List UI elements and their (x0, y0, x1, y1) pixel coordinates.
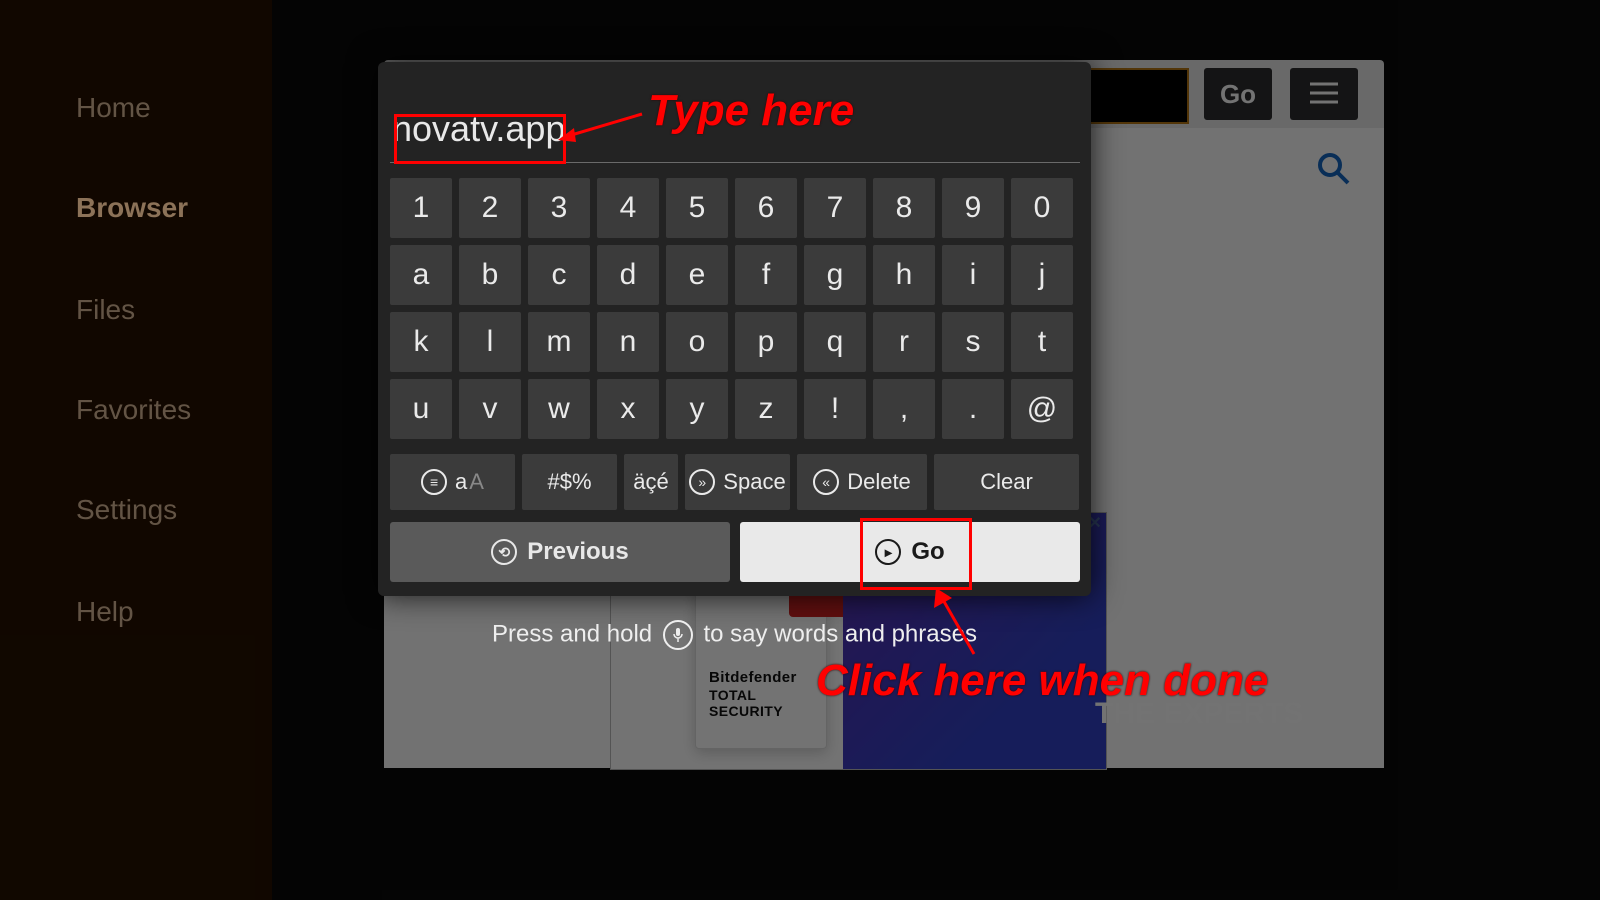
microphone-icon (663, 620, 693, 650)
key-b[interactable]: b (459, 245, 521, 305)
fast-forward-icon: » (689, 469, 715, 495)
key-6[interactable]: 6 (735, 178, 797, 238)
key-0[interactable]: 0 (1011, 178, 1073, 238)
caps-small: a (455, 469, 467, 495)
hint-pre: Press and hold (492, 620, 659, 647)
key-v[interactable]: v (459, 379, 521, 439)
key-delete[interactable]: « Delete (797, 454, 927, 510)
delete-label: Delete (847, 469, 911, 495)
key-z[interactable]: z (735, 379, 797, 439)
key-3[interactable]: 3 (528, 178, 590, 238)
key-space[interactable]: » Space (685, 454, 790, 510)
key-s[interactable]: s (942, 312, 1004, 372)
key-5[interactable]: 5 (666, 178, 728, 238)
key-p[interactable]: p (735, 312, 797, 372)
key-at[interactable]: @ (1011, 379, 1073, 439)
key-x[interactable]: x (597, 379, 659, 439)
key-a[interactable]: a (390, 245, 452, 305)
previous-label: Previous (527, 538, 628, 566)
menu-circle-icon: ≡ (421, 469, 447, 495)
annotation-input-highlight (394, 114, 566, 164)
annotation-type-here: Type here (648, 86, 854, 136)
play-pause-icon: ▸ (875, 539, 901, 565)
annotation-arrow-to-go (928, 584, 998, 660)
key-8[interactable]: 8 (873, 178, 935, 238)
space-label: Space (723, 469, 785, 495)
key-c[interactable]: c (528, 245, 590, 305)
key-4[interactable]: 4 (597, 178, 659, 238)
key-j[interactable]: j (1011, 245, 1073, 305)
key-t[interactable]: t (1011, 312, 1073, 372)
key-l[interactable]: l (459, 312, 521, 372)
key-h[interactable]: h (873, 245, 935, 305)
key-i[interactable]: i (942, 245, 1004, 305)
key-symbols[interactable]: #$% (522, 454, 617, 510)
key-k[interactable]: k (390, 312, 452, 372)
dim-overlay-sidebar (0, 0, 272, 900)
key-o[interactable]: o (666, 312, 728, 372)
key-2[interactable]: 2 (459, 178, 521, 238)
caps-big: A (469, 469, 484, 495)
key-1[interactable]: 1 (390, 178, 452, 238)
back-icon: ⟲ (491, 539, 517, 565)
key-comma[interactable]: , (873, 379, 935, 439)
keyboard-function-row: ≡ aA #$% äçé » Space « Delete Clear (390, 454, 1080, 510)
key-period[interactable]: . (942, 379, 1004, 439)
key-m[interactable]: m (528, 312, 590, 372)
annotation-click-done: Click here when done (816, 656, 1268, 706)
key-r[interactable]: r (873, 312, 935, 372)
go-button[interactable]: ▸ Go (740, 522, 1080, 582)
annotation-arrow-to-input (556, 106, 646, 146)
key-w[interactable]: w (528, 379, 590, 439)
key-clear[interactable]: Clear (934, 454, 1079, 510)
key-7[interactable]: 7 (804, 178, 866, 238)
key-q[interactable]: q (804, 312, 866, 372)
key-d[interactable]: d (597, 245, 659, 305)
key-g[interactable]: g (804, 245, 866, 305)
key-caps[interactable]: ≡ aA (390, 454, 515, 510)
keyboard-keys: 1 2 3 4 5 6 7 8 9 0 a b c d e f g h i j … (390, 178, 1080, 446)
keyboard-action-row: ⟲ Previous ▸ Go (390, 522, 1080, 582)
go-label: Go (911, 538, 944, 566)
key-e[interactable]: e (666, 245, 728, 305)
previous-button[interactable]: ⟲ Previous (390, 522, 730, 582)
rewind-icon: « (813, 469, 839, 495)
key-n[interactable]: n (597, 312, 659, 372)
key-9[interactable]: 9 (942, 178, 1004, 238)
key-f[interactable]: f (735, 245, 797, 305)
key-y[interactable]: y (666, 379, 728, 439)
key-exclaim[interactable]: ! (804, 379, 866, 439)
onscreen-keyboard: novatv.app 1 2 3 4 5 6 7 8 9 0 a b c d e… (378, 62, 1091, 596)
key-u[interactable]: u (390, 379, 452, 439)
key-accents[interactable]: äçé (624, 454, 678, 510)
